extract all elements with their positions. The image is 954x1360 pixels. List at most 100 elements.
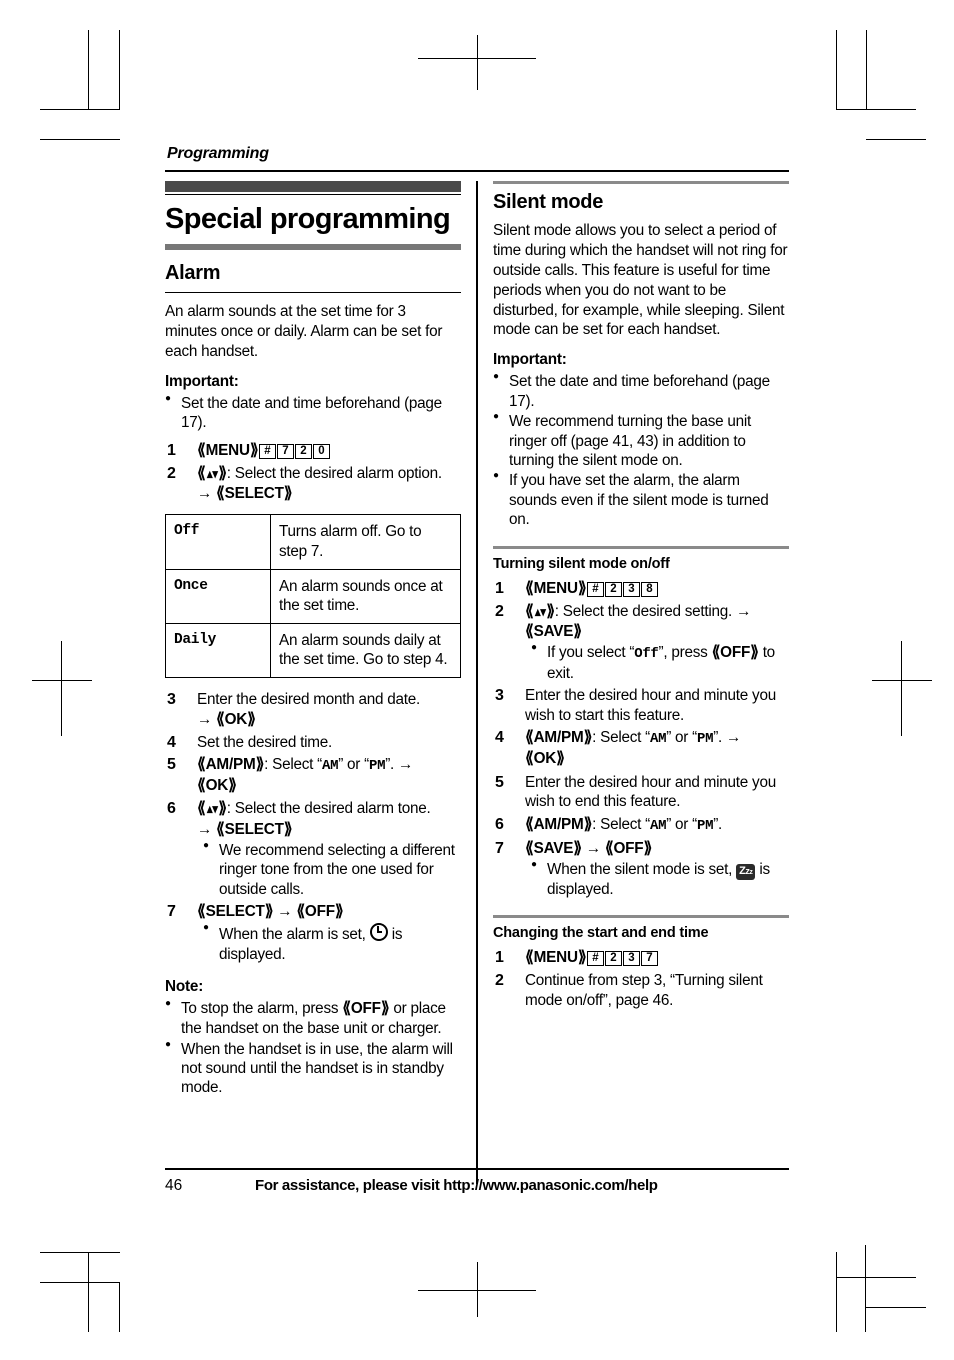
crop-mark-bl-v1 [88,1252,89,1332]
clock-icon [369,923,388,942]
key-hash: # [258,443,276,459]
silent-important-label: Important: [493,351,567,369]
section-rule-alarm [165,292,461,294]
list-item: To stop the alarm, press ⟪OFF⟫ or place … [165,998,461,1038]
step-number: 1 [495,949,504,967]
step-6: 6 ⟪AM/PM⟫: Select “AM” or “PM”. [495,815,723,834]
step-7-notes: When the alarm is set, is displayed. [203,922,461,964]
am-pm-key: ⟪AM/PM⟫ [525,815,593,833]
step-7-note-pre: When the alarm is set, [219,926,366,944]
step-2-text: : Select the desired setting. [554,602,733,620]
table-cell-option: Daily [165,622,271,679]
step-number: 4 [495,729,504,747]
arrow-icon: → [398,756,414,774]
arrow-icon: → [726,729,742,747]
silent-mode-steps: 1 ⟪MENU⟫ #2 3 8 2 ⟪▴▾⟫: Select the desired … [493,579,789,900]
crop-mark-tl-h2 [40,139,120,140]
step-7: 7 ⟪SAVE⟫ → ⟪OFF⟫ When the silent mode is… [493,839,789,900]
off-key: ⟪OFF⟫ [604,839,653,857]
up-down-navigator-icon: ▴▾ [206,466,218,482]
list-item: When the silent mode is set, Zzz is disp… [531,859,789,899]
crop-mark-bl-v2 [119,1282,120,1332]
menu-key: ⟪MENU⟫ [525,949,587,967]
assistance-text: For assistance, please visit http://www.… [255,1177,658,1194]
page-number: 46 [165,1177,183,1194]
reg-mark-bottom-v [477,1262,478,1317]
column-divider [476,181,478,1184]
menu-key: ⟪MENU⟫ [525,579,587,597]
step-2-text: Continue from step 3, “Turning silent mo… [525,972,763,1009]
running-head: Programming [167,145,269,162]
subsection-title-turning-on-off: Turning silent mode on/off [493,555,670,572]
step-2: 2 ⟪▴▾⟫: Select the desired alarm option.… [165,464,461,504]
key-3: 3 [622,581,640,597]
section-title-silent-mode: Silent mode [493,191,604,213]
key-7: 7 [276,443,294,459]
off-value: Off [634,646,659,663]
select-key: ⟪SELECT⟫ [216,820,293,838]
step-1: 1 ⟪MENU⟫ #2 3 7 [493,948,789,968]
silent-mode-top-rule [493,181,789,184]
am-pm-key: ⟪AM/PM⟫ [525,729,593,747]
alarm-important-list: Set the date and time beforehand (page 1… [165,393,461,433]
crop-mark-br-h1 [836,1277,916,1278]
save-key: ⟪SAVE⟫ [525,622,582,640]
table-cell-description: An alarm sounds daily at the set time. G… [270,622,461,679]
chapter-bar-top [165,181,461,192]
list-item: When the handset is in use, the alarm wi… [165,1039,461,1098]
step-5-text-pre: : Select “ [264,756,322,774]
select-key: ⟪SELECT⟫ [216,485,293,503]
step-6: 6 ⟪▴▾⟫: Select the desired alarm tone. →… [165,799,461,899]
footer-rule [165,1168,789,1170]
crop-mark-bl-h2 [40,1282,120,1283]
table-cell-option: Once [165,568,271,624]
table-cell-description: Turns alarm off. Go to step 7. [270,514,461,570]
alarm-steps-1-2: 1 ⟪MENU⟫ #7 2 0 2 ⟪▴▾⟫: Select the desired … [165,441,461,505]
silent-mode-intro: Silent mode allows you to select a perio… [493,222,788,339]
crop-mark-tr-v2 [866,30,867,110]
step-number: 2 [167,465,176,483]
key-hash: # [586,951,604,967]
step-number: 1 [495,579,504,597]
crop-mark-tl-v2 [119,30,120,110]
pm-value: PM [696,817,714,834]
step-4-text: Set the desired time. [197,733,333,751]
save-key: ⟪SAVE⟫ [525,839,582,857]
changing-time-steps: 1 ⟪MENU⟫ #2 3 7 2 Continue from step 3, “Tu… [493,948,789,1010]
key-2: 2 [604,581,622,597]
right-column: Silent mode Silent mode allows you to se… [493,181,789,1184]
table-row: Daily An alarm sounds daily at the set t… [165,622,461,679]
step-2: 2 ⟪▴▾⟫: Select the desired setting. → ⟪S… [493,602,789,684]
list-item: Set the date and time beforehand (page 1… [165,393,461,433]
arrow-icon: → [197,485,213,503]
key-0: 0 [312,443,330,459]
step-5-text: Enter the desired hour and minute you wi… [525,773,776,811]
zzz-icon: Zzz [736,863,756,880]
am-value: AM [321,758,339,775]
am-value: AM [649,731,667,748]
step-5: 5 Enter the desired hour and minute you … [493,773,789,812]
step-number: 2 [495,972,504,990]
step-2-notes: If you select “Off”, press ⟪OFF⟫ to exit… [531,642,789,683]
crop-mark-tl-v1 [88,30,89,110]
step-number: 6 [495,815,504,833]
step-3: 3 Enter the desired month and date. → ⟪O… [165,690,461,730]
off-key: ⟪OFF⟫ [296,903,344,921]
table-row: Off Turns alarm off. Go to step 7. [165,514,461,570]
crop-mark-br-v2 [865,1245,866,1332]
key-2: 2 [294,443,312,459]
ok-key: ⟪OK⟫ [197,777,237,795]
key-2: 2 [604,951,622,967]
arrow-icon: → [736,602,752,620]
up-down-navigator-icon: ▴▾ [206,801,218,817]
step-number: 7 [167,903,176,921]
alarm-note-label: Note: [165,978,204,996]
chapter-bar-hairline [165,194,461,195]
menu-key: ⟪MENU⟫ [197,441,259,459]
list-item: When the alarm is set, is displayed. [203,922,461,964]
pm-value: PM [368,758,386,775]
step-7: 7 ⟪SELECT⟫ → ⟪OFF⟫ When the alarm is set… [165,902,461,964]
subsection-title-changing-time: Changing the start and end time [493,925,709,942]
subsection-rule-1 [493,545,789,549]
reg-mark-left-h [32,680,92,681]
